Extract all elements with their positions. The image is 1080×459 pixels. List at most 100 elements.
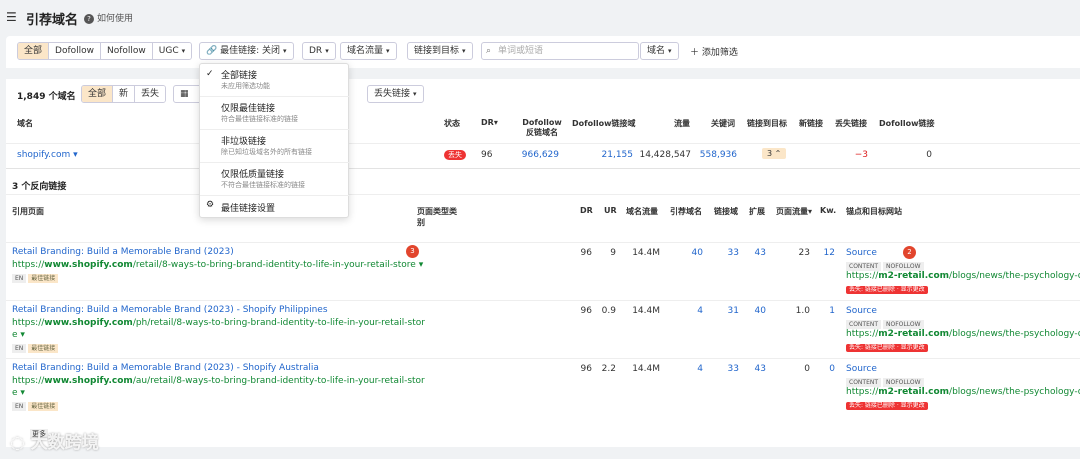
col-domain[interactable]: 域名 (17, 118, 33, 129)
dr-dropdown[interactable]: DR ▾ (302, 42, 336, 60)
ref-page-url[interactable]: https://www.shopify.com/au/retail/8-ways… (12, 376, 425, 386)
tab-all[interactable]: 全部 (82, 86, 114, 102)
domain-dofollow-linked[interactable]: 21,155 (580, 150, 634, 160)
ref-page-url-wrap[interactable]: e ▾ (12, 388, 25, 398)
menu-item-low-quality[interactable]: 仅限低质量链接 不符合最佳链接标准的链接 (200, 163, 350, 196)
ref-page-url[interactable]: https://www.shopify.com/ph/retail/8-ways… (12, 318, 425, 328)
domain-lost[interactable]: −3 (840, 150, 868, 160)
add-filter-button[interactable]: ＋ 添加筛选 (690, 45, 738, 58)
col-status[interactable]: 状态 (444, 118, 460, 129)
col-dofollow-links[interactable]: Dofollow链接 (879, 118, 934, 129)
lost-note-text: 丢失: 链接已删除 · 显示更改 (846, 286, 928, 294)
filter-all[interactable]: 全部 (18, 43, 50, 59)
col-bl-page-traffic[interactable]: 页面流量▾ (776, 206, 812, 217)
dr-label: DR (309, 46, 323, 56)
col-lost-links[interactable]: 丢失链接 (835, 118, 867, 129)
menu-item-settings[interactable]: ⚙ 最佳链接设置 (200, 196, 350, 218)
col-bl-anchor[interactable]: 锚点和目标网站 (846, 206, 902, 217)
domain-dofollow-ref[interactable]: 966,629 (500, 150, 559, 160)
col-bl-ext[interactable]: 扩展 (749, 206, 765, 217)
col-dofollow-ref[interactable]: Dofollow反链域名 (522, 118, 562, 138)
target-url[interactable]: https://m2-retail.com/blogs/news/the-psy… (846, 387, 1080, 397)
col-dofollow-linked[interactable]: Dofollow链接域 (572, 118, 635, 129)
bl-kw[interactable]: 12 (818, 248, 835, 258)
anchor-tags: CONTENT NOFOLLOW (846, 319, 926, 329)
anchor-text[interactable]: Source (846, 364, 877, 374)
bl-kw[interactable]: 1 (818, 306, 835, 316)
lost-note[interactable]: 丢失: 链接已删除 · 显示更改 (846, 342, 928, 352)
bl-ext[interactable]: 43 (748, 364, 766, 374)
col-new-links[interactable]: 新链接 (799, 118, 823, 129)
best-link-tag: 最佳链接 (28, 274, 59, 283)
tab-lost[interactable]: 丢失 (135, 86, 166, 102)
bl-refdomains[interactable]: 4 (680, 364, 703, 374)
ref-page-url-wrap[interactable]: e ▾ (12, 330, 25, 340)
bl-ext[interactable]: 40 (748, 306, 766, 316)
col-bl-ur[interactable]: UR (604, 206, 617, 215)
menu-item-non-spam[interactable]: 非垃圾链接 除已知垃圾域名外的所有链接 (200, 130, 350, 163)
help-link[interactable]: ? 如何使用 (84, 11, 133, 24)
col-links-to-target[interactable]: 链接到目标 (747, 118, 787, 129)
ref-page-title[interactable]: Retail Branding: Build a Memorable Brand… (12, 363, 319, 373)
menu-icon[interactable]: ☰ (6, 10, 17, 24)
search-scope-dropdown[interactable]: 域名 ▾ (640, 42, 679, 60)
plus-icon: ＋ (690, 48, 700, 58)
col-keywords[interactable]: 关键词 (711, 118, 735, 129)
bl-refdomains[interactable]: 40 (680, 248, 703, 258)
search-scope-label: 域名 (647, 46, 666, 56)
content-tag: CONTENT (846, 262, 882, 271)
watermark: ◌ 大数跨境 (10, 428, 99, 453)
col-dr-label: DR (481, 118, 494, 127)
bl-linked[interactable]: 31 (718, 306, 739, 316)
col-bl-dr[interactable]: DR (580, 206, 593, 215)
bl-domain-traffic: 14.4M (632, 306, 660, 316)
target-url[interactable]: https://m2-retail.com/blogs/news/the-psy… (846, 329, 1080, 339)
col-bl-domain-traffic[interactable]: 域名流量 (626, 206, 658, 217)
domain-count: 1,849 个域名 (17, 92, 76, 102)
calendar-icon: ▦ (180, 89, 189, 99)
url-prefix: https:// (12, 318, 45, 328)
domain-traffic-label: 域名流量 (347, 46, 384, 56)
ref-page-title[interactable]: Retail Branding: Build a Memorable Brand… (12, 305, 328, 315)
col-ref-page[interactable]: 引用页面 (12, 206, 44, 217)
anchor-text[interactable]: Source (846, 248, 877, 258)
ref-page-url[interactable]: https://www.shopify.com/retail/8-ways-to… (12, 260, 423, 270)
filter-dofollow[interactable]: Dofollow (49, 43, 101, 59)
search-placeholder: 单词或短语 (498, 46, 544, 56)
col-bl-refdomains[interactable]: 引荐域名 (670, 206, 702, 217)
bl-linked[interactable]: 33 (718, 364, 739, 374)
bl-kw[interactable]: 0 (818, 364, 835, 374)
col-page-type[interactable]: 页面类型类别 (417, 206, 457, 228)
lost-links-dropdown[interactable]: 丢失链接 ▾ (367, 85, 424, 103)
domain-keywords[interactable]: 558,936 (690, 150, 737, 160)
ref-page-title[interactable]: Retail Branding: Build a Memorable Brand… (12, 247, 234, 257)
target-url[interactable]: https://m2-retail.com/blogs/news/the-psy… (846, 271, 1080, 281)
col-dr[interactable]: DR▾ (481, 118, 498, 127)
bl-ext[interactable]: 43 (748, 248, 766, 258)
lost-note[interactable]: 丢失: 链接已删除 · 显示更改 (846, 400, 928, 410)
menu-item-best-only[interactable]: 仅限最佳链接 符合最佳链接标准的链接 (200, 97, 350, 130)
domain-link[interactable]: shopify.com ▾ (17, 150, 78, 160)
menu-item-desc: 不符合最佳链接标准的链接 (221, 181, 305, 189)
tab-new[interactable]: 新 (113, 86, 136, 102)
menu-item-desc: 未应用筛选功能 (221, 82, 270, 90)
menu-item-desc: 符合最佳链接标准的链接 (221, 115, 298, 123)
link-to-target-dropdown[interactable]: 链接到目标 ▾ (407, 42, 473, 60)
anchor-text[interactable]: Source (846, 306, 877, 316)
domain-traffic-dropdown[interactable]: 域名流量 ▾ (340, 42, 397, 60)
top-bar (0, 0, 1080, 34)
menu-item-all-links[interactable]: ✓ 全部链接 未应用筛选功能 (200, 64, 350, 97)
lost-note[interactable]: 丢失: 链接已删除 · 显示更改 (846, 284, 928, 294)
filter-nofollow[interactable]: Nofollow (101, 43, 153, 59)
links-to-target-value: 3 (767, 149, 773, 158)
links-to-target-toggle[interactable]: 3 ⌃ (762, 148, 787, 159)
search-input[interactable]: ⌕ 单词或短语 (481, 42, 639, 60)
col-bl-kw[interactable]: Kw. (820, 206, 836, 215)
filter-ugc[interactable]: UGC ▾ (152, 43, 192, 59)
bl-linked[interactable]: 33 (718, 248, 739, 258)
best-links-dropdown[interactable]: 🔗 最佳链接: 关闭 ▾ (199, 42, 294, 60)
col-traffic[interactable]: 流量 (674, 118, 690, 129)
best-link-tag: 最佳链接 (28, 402, 59, 411)
bl-refdomains[interactable]: 4 (680, 306, 703, 316)
col-bl-linked[interactable]: 链接域 (714, 206, 738, 217)
